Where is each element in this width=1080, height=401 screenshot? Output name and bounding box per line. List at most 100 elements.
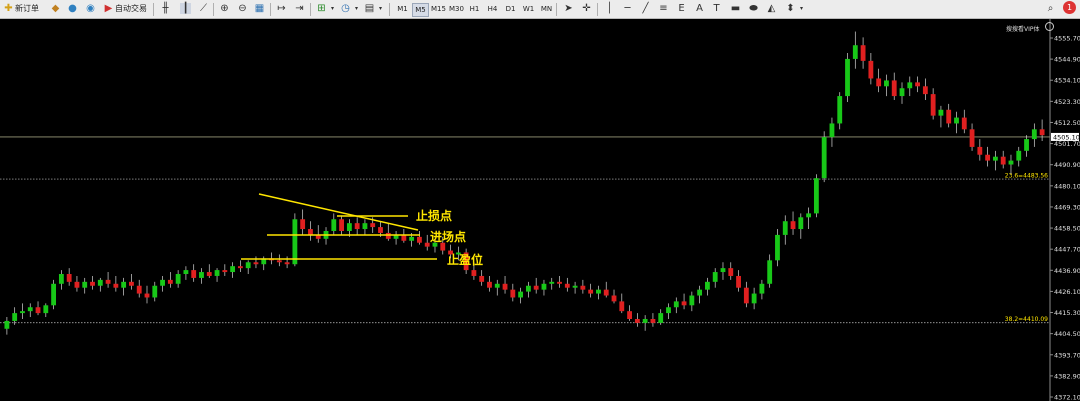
triangle-icon[interactable]: ◭ bbox=[766, 3, 777, 14]
bullish-candle bbox=[837, 96, 843, 124]
zoom-in-icon[interactable]: ⊕ bbox=[219, 3, 230, 14]
bearish-candle bbox=[977, 146, 983, 155]
cursor-icon[interactable]: ➤ bbox=[563, 3, 574, 14]
periods-icon[interactable]: ◷ bbox=[340, 3, 351, 14]
bearish-candle bbox=[860, 45, 866, 61]
bullish-candle bbox=[899, 88, 905, 97]
zoom-out-icon[interactable]: ⊖ bbox=[237, 3, 248, 14]
chevron-down-icon[interactable]: ▾ bbox=[375, 3, 386, 14]
timeframe-m15[interactable]: M15 bbox=[430, 3, 447, 15]
timeframe-h4[interactable]: H4 bbox=[484, 3, 501, 15]
separator bbox=[310, 3, 311, 16]
price-tick-label: 4404.50 bbox=[1054, 330, 1080, 338]
bearish-candle bbox=[378, 227, 383, 233]
price-tick-label: 4480.10 bbox=[1054, 182, 1080, 190]
bearish-candle bbox=[588, 289, 594, 294]
tile-windows-icon[interactable]: ▦ bbox=[254, 3, 265, 14]
bearish-candle bbox=[743, 287, 749, 304]
fibonacci-icon[interactable]: E bbox=[676, 3, 687, 14]
bearish-candle bbox=[1000, 156, 1006, 165]
separator bbox=[556, 3, 557, 16]
horizontal-line-icon[interactable]: ─ bbox=[622, 3, 633, 14]
bullish-candle bbox=[884, 80, 889, 87]
chevron-down-icon[interactable]: ▾ bbox=[327, 3, 338, 14]
bearish-candle bbox=[487, 281, 492, 288]
bullish-candle bbox=[121, 281, 127, 288]
bearish-candle bbox=[930, 94, 936, 116]
timeframe-m1[interactable]: M1 bbox=[394, 3, 411, 15]
bearish-candle bbox=[510, 289, 516, 298]
chart-shift-icon[interactable]: ⇥ bbox=[294, 3, 305, 14]
bearish-candle bbox=[90, 281, 95, 286]
channel-icon[interactable]: ≡ bbox=[658, 3, 669, 14]
timeframe-m30[interactable]: M30 bbox=[448, 3, 465, 15]
bullish-candle bbox=[97, 279, 103, 286]
bearish-candle bbox=[969, 129, 975, 147]
timeframe-mn[interactable]: MN bbox=[538, 3, 555, 15]
market-watch-icon[interactable]: ● bbox=[67, 3, 78, 14]
entry-annotation: 进场点 bbox=[430, 230, 467, 244]
bullish-candle bbox=[518, 291, 524, 298]
price-tick-label: 4436.90 bbox=[1054, 267, 1080, 275]
bullish-candle bbox=[58, 274, 64, 284]
bullish-candle bbox=[775, 234, 780, 261]
bearish-candle bbox=[74, 281, 80, 288]
crosshair-icon[interactable]: ✛ bbox=[581, 3, 592, 14]
price-tick-label: 4393.70 bbox=[1054, 351, 1080, 359]
timeframe-h1[interactable]: H1 bbox=[466, 3, 483, 15]
bullish-candle bbox=[346, 223, 352, 231]
chevron-down-icon[interactable]: ▾ bbox=[796, 3, 807, 14]
alert-badge[interactable]: 1 bbox=[1063, 1, 1076, 14]
line-chart-icon[interactable]: ⟋ bbox=[198, 3, 209, 14]
bullish-candle bbox=[845, 58, 850, 97]
search-icon[interactable]: ⌕ bbox=[1045, 3, 1056, 14]
auto-trade-icon[interactable]: ▶ bbox=[103, 3, 114, 14]
timeframe-m5[interactable]: M5 bbox=[412, 3, 429, 17]
bearish-candle bbox=[35, 307, 41, 314]
bullish-candle bbox=[705, 281, 710, 290]
experts-icon[interactable]: ◆ bbox=[50, 3, 61, 14]
bearish-candle bbox=[385, 232, 391, 239]
timeframe-d1[interactable]: D1 bbox=[502, 3, 519, 15]
templates-icon[interactable]: ▤ bbox=[364, 3, 375, 14]
indicators-icon[interactable]: ⊞ bbox=[316, 3, 327, 14]
timeframe-w1[interactable]: W1 bbox=[520, 3, 537, 15]
label-icon[interactable]: T bbox=[711, 3, 722, 14]
rectangle-icon[interactable]: ▬ bbox=[730, 3, 741, 14]
arrow-tools-icon[interactable]: ⬍ bbox=[785, 3, 796, 14]
bearish-candle bbox=[891, 80, 897, 97]
bearish-candle bbox=[354, 223, 360, 230]
bullish-candle bbox=[720, 268, 726, 273]
bullish-candle bbox=[27, 307, 33, 312]
settings-circle-icon[interactable] bbox=[1045, 22, 1054, 31]
bullish-candle bbox=[596, 289, 601, 294]
trade-drawings bbox=[241, 193, 437, 260]
text-icon[interactable]: A bbox=[694, 3, 705, 14]
autoscroll-icon[interactable]: ↦ bbox=[276, 3, 287, 14]
data-window-icon[interactable]: ◉ bbox=[85, 3, 96, 14]
price-tick-label: 4523.30 bbox=[1054, 98, 1080, 106]
bullish-candle bbox=[4, 320, 10, 329]
bearish-candle bbox=[222, 270, 228, 273]
price-tick-label: 4415.30 bbox=[1054, 309, 1080, 317]
bullish-candle bbox=[1016, 150, 1022, 161]
price-axis: 4555.704544.904534.104523.304512.504501.… bbox=[1049, 19, 1080, 401]
vertical-line-icon[interactable]: │ bbox=[604, 3, 615, 14]
candlestick-icon[interactable]: ┃ bbox=[180, 3, 191, 14]
bullish-candle bbox=[12, 313, 18, 321]
new-order-button[interactable]: 新订单 bbox=[15, 2, 39, 16]
new-order-icon[interactable]: ✚ bbox=[3, 3, 14, 14]
chevron-down-icon[interactable]: ▾ bbox=[351, 3, 362, 14]
bearish-candle bbox=[167, 279, 173, 284]
bullish-candle bbox=[759, 283, 765, 294]
bearish-candle bbox=[276, 260, 282, 263]
auto-trade-button[interactable]: 自动交易 bbox=[115, 2, 147, 16]
bar-chart-icon[interactable]: ╫ bbox=[160, 3, 171, 14]
price-chart[interactable]: 23.6=4483.5638.2=4410.09 4555.70 4544.90 4… bbox=[0, 19, 1080, 401]
ellipse-icon[interactable]: ⬬ bbox=[748, 3, 759, 14]
bearish-candle bbox=[206, 272, 212, 276]
trendline-icon[interactable]: ╱ bbox=[640, 3, 651, 14]
bullish-candle bbox=[642, 318, 648, 323]
bullish-candle bbox=[1031, 129, 1037, 140]
bearish-candle bbox=[922, 86, 928, 95]
